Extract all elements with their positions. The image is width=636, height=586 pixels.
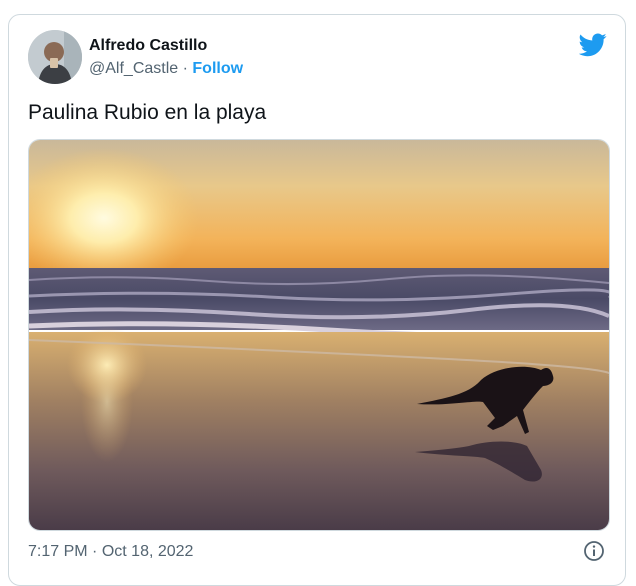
twitter-bird-icon[interactable] (578, 33, 607, 57)
tweet-card: Alfredo Castillo @Alf_Castle · Follow Pa… (8, 14, 626, 586)
tweet-photo[interactable] (28, 139, 610, 531)
handle-separator: · (182, 60, 188, 77)
author-name[interactable]: Alfredo Castillo (89, 37, 207, 55)
author-handle-line: @Alf_Castle · Follow (89, 60, 243, 78)
tweet-text: Paulina Rubio en la playa (28, 101, 267, 124)
tweet-timestamp[interactable]: 7:17 PM · Oct 18, 2022 (28, 543, 193, 561)
avatar[interactable] (28, 30, 82, 84)
author-handle[interactable]: @Alf_Castle (89, 60, 178, 77)
info-icon[interactable] (583, 540, 605, 562)
meta-separator: · (92, 543, 98, 560)
tweet-time: 7:17 PM (28, 543, 88, 560)
tweet-date: Oct 18, 2022 (101, 543, 194, 560)
follow-button[interactable]: Follow (192, 60, 243, 77)
